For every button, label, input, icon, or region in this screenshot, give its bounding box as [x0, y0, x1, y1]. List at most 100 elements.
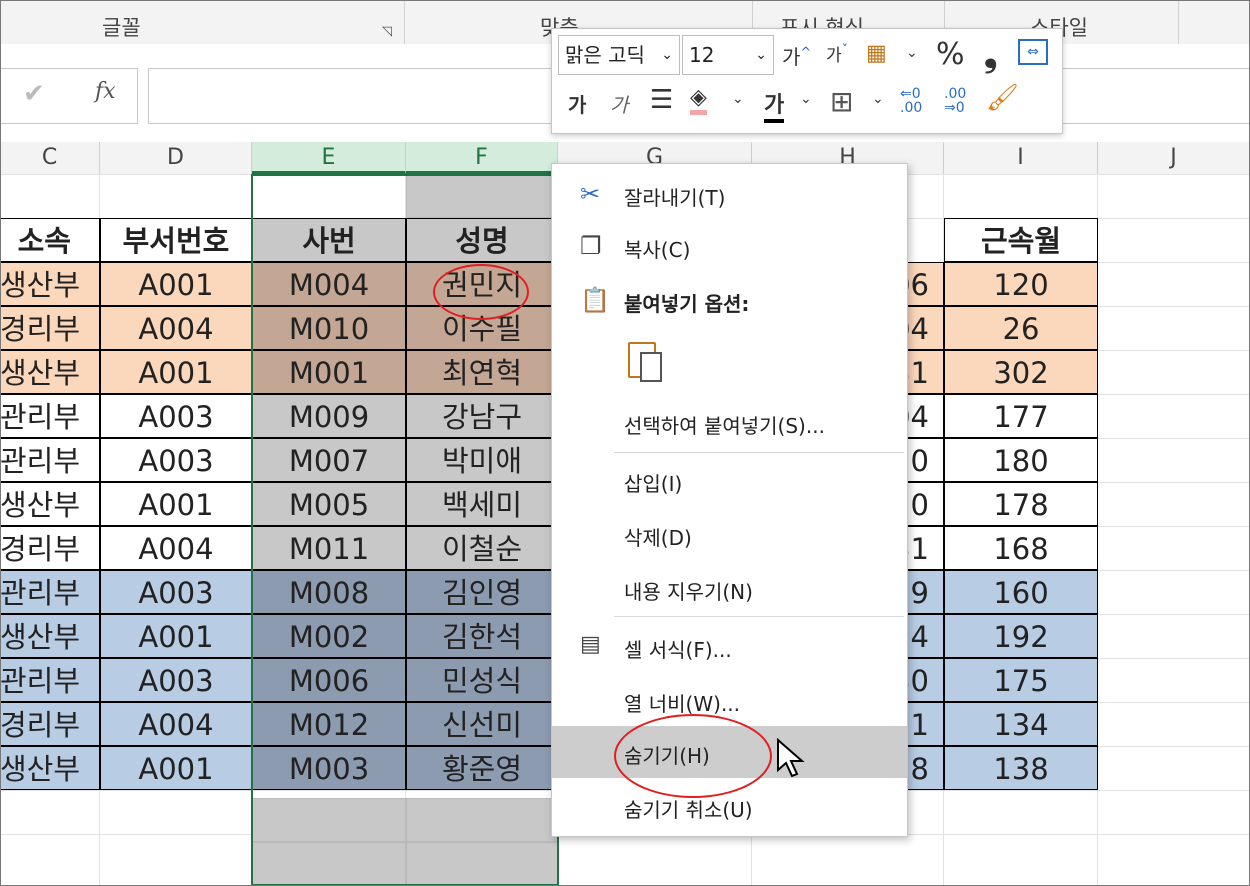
table-cell-dept-code[interactable]: A001: [100, 746, 252, 790]
table-cell-affiliation[interactable]: 경리부: [0, 702, 100, 746]
chevron-down-icon[interactable]: ⌄: [906, 45, 918, 61]
borders-icon[interactable]: ⊞: [830, 85, 853, 118]
table-cell-tenure[interactable]: 138: [944, 746, 1098, 790]
table-cell-tenure[interactable]: 302: [944, 350, 1098, 394]
table-cell-dept-code[interactable]: A001: [100, 350, 252, 394]
table-cell-emp-id[interactable]: M006: [252, 658, 406, 702]
table-cell-dept-code[interactable]: A004: [100, 306, 252, 350]
header-cell-tenure[interactable]: 근속월: [944, 218, 1098, 262]
table-cell-tenure[interactable]: 177: [944, 394, 1098, 438]
bold-icon[interactable]: 가: [568, 89, 586, 118]
table-cell-affiliation[interactable]: 관리부: [0, 438, 100, 482]
table-cell-tenure[interactable]: 120: [944, 262, 1098, 306]
table-cell-emp-id[interactable]: M010: [252, 306, 406, 350]
table-cell-tenure[interactable]: 160: [944, 570, 1098, 614]
table-cell-affiliation[interactable]: 관리부: [0, 658, 100, 702]
menu-item-cut[interactable]: ✂ 잘라내기(T): [552, 168, 907, 220]
menu-item-format-cells[interactable]: ▤ 셀 서식(F)...: [552, 620, 907, 672]
chevron-down-icon[interactable]: ⌄: [872, 91, 884, 107]
table-cell-affiliation[interactable]: 생산부: [0, 482, 100, 526]
column-header-d[interactable]: D: [100, 142, 252, 174]
shrink-font-icon[interactable]: 가ˇ: [826, 41, 848, 66]
table-cell-dept-code[interactable]: A003: [100, 570, 252, 614]
table-cell-tenure[interactable]: 168: [944, 526, 1098, 570]
table-cell-name[interactable]: 최연혁: [406, 350, 558, 394]
table-cell-name[interactable]: 이철순: [406, 526, 558, 570]
comma-style-icon[interactable]: ❟: [984, 35, 997, 75]
selected-empty-cell[interactable]: [406, 798, 558, 842]
table-cell-dept-code[interactable]: A001: [100, 614, 252, 658]
cancel-icon[interactable]: ✔: [23, 79, 45, 109]
font-name-box[interactable]: 맑은 고딕 ⌄: [558, 35, 680, 75]
table-cell-name[interactable]: 황준영: [406, 746, 558, 790]
table-cell-tenure[interactable]: 134: [944, 702, 1098, 746]
column-header-f[interactable]: F: [406, 142, 558, 174]
percent-icon[interactable]: %: [936, 37, 965, 72]
decrease-decimal-icon[interactable]: ⇐0.00: [900, 87, 922, 115]
fx-icon[interactable]: fx: [95, 79, 116, 104]
table-cell-emp-id[interactable]: M003: [252, 746, 406, 790]
paste-button[interactable]: [626, 338, 666, 384]
table-cell-emp-id[interactable]: M002: [252, 614, 406, 658]
selected-empty-cell[interactable]: [406, 174, 558, 218]
table-cell-emp-id[interactable]: M001: [252, 350, 406, 394]
header-cell-dept-code[interactable]: 부서번호: [100, 218, 252, 262]
column-header-j[interactable]: J: [1098, 142, 1250, 174]
table-cell-affiliation[interactable]: 경리부: [0, 306, 100, 350]
menu-item-paste-special[interactable]: 선택하여 붙여넣기(S)...: [552, 396, 907, 448]
table-cell-dept-code[interactable]: A003: [100, 438, 252, 482]
font-dialog-launcher-icon[interactable]: ◹: [382, 24, 392, 39]
table-cell-tenure[interactable]: 178: [944, 482, 1098, 526]
selected-empty-cell[interactable]: [252, 798, 406, 842]
menu-item-insert[interactable]: 삽입(I): [552, 454, 907, 506]
table-cell-dept-code[interactable]: A001: [100, 262, 252, 306]
merge-center-icon[interactable]: ⇔: [1018, 39, 1048, 65]
italic-icon[interactable]: 가: [610, 89, 628, 118]
selected-empty-cell[interactable]: [406, 842, 558, 886]
number-format-icon[interactable]: ▦: [866, 41, 887, 66]
table-cell-affiliation[interactable]: 생산부: [0, 350, 100, 394]
table-cell-name[interactable]: 강남구: [406, 394, 558, 438]
column-header-i[interactable]: I: [944, 142, 1098, 174]
table-cell-affiliation[interactable]: 생산부: [0, 262, 100, 306]
column-header-c[interactable]: C: [0, 142, 100, 174]
table-cell-name[interactable]: 김한석: [406, 614, 558, 658]
menu-item-clear-contents[interactable]: 내용 지우기(N): [552, 562, 907, 614]
table-cell-affiliation[interactable]: 관리부: [0, 570, 100, 614]
format-painter-icon[interactable]: 🖌: [986, 83, 1019, 113]
table-cell-name[interactable]: 백세미: [406, 482, 558, 526]
font-size-box[interactable]: 12 ⌄: [682, 35, 774, 75]
table-cell-affiliation[interactable]: 생산부: [0, 614, 100, 658]
table-cell-name[interactable]: 신선미: [406, 702, 558, 746]
table-cell-emp-id[interactable]: M004: [252, 262, 406, 306]
header-cell-emp-id[interactable]: 사번: [252, 218, 406, 262]
table-cell-emp-id[interactable]: M005: [252, 482, 406, 526]
table-cell-tenure[interactable]: 180: [944, 438, 1098, 482]
table-cell-dept-code[interactable]: A003: [100, 658, 252, 702]
header-cell-affiliation[interactable]: 소속: [0, 218, 100, 262]
table-cell-name[interactable]: 박미애: [406, 438, 558, 482]
align-center-icon[interactable]: ☰: [650, 85, 673, 115]
table-cell-tenure[interactable]: 192: [944, 614, 1098, 658]
table-cell-tenure[interactable]: 26: [944, 306, 1098, 350]
table-cell-dept-code[interactable]: A001: [100, 482, 252, 526]
table-cell-dept-code[interactable]: A004: [100, 526, 252, 570]
chevron-down-icon[interactable]: ⌄: [800, 91, 812, 107]
table-cell-affiliation[interactable]: 관리부: [0, 394, 100, 438]
table-cell-dept-code[interactable]: A003: [100, 394, 252, 438]
chevron-down-icon[interactable]: ⌄: [732, 91, 744, 107]
table-cell-emp-id[interactable]: M011: [252, 526, 406, 570]
table-cell-affiliation[interactable]: 경리부: [0, 526, 100, 570]
table-cell-emp-id[interactable]: M007: [252, 438, 406, 482]
table-cell-tenure[interactable]: 175: [944, 658, 1098, 702]
menu-item-delete[interactable]: 삭제(D): [552, 508, 907, 560]
table-cell-affiliation[interactable]: 생산부: [0, 746, 100, 790]
table-cell-name[interactable]: 민성식: [406, 658, 558, 702]
table-cell-emp-id[interactable]: M009: [252, 394, 406, 438]
table-cell-name[interactable]: 김인영: [406, 570, 558, 614]
table-cell-emp-id[interactable]: M012: [252, 702, 406, 746]
grow-font-icon[interactable]: 가^: [782, 41, 811, 70]
font-color-icon[interactable]: 가: [764, 87, 785, 123]
table-cell-dept-code[interactable]: A004: [100, 702, 252, 746]
menu-item-copy[interactable]: ❐ 복사(C): [552, 220, 907, 272]
